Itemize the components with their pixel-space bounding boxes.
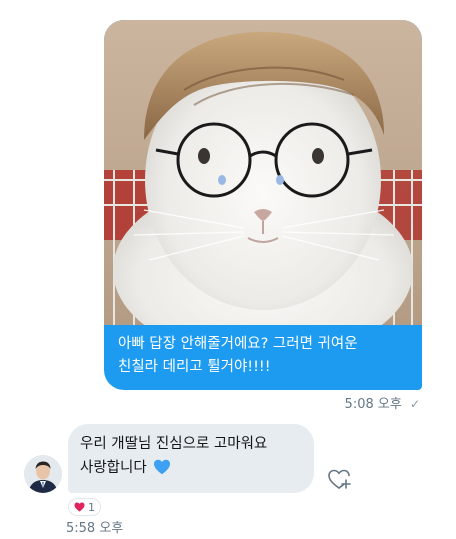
sent-message-meta: 5:08 오후 ✓ bbox=[345, 393, 420, 412]
received-message-bubble[interactable]: 우리 개딸님 진심으로 고마워요 사랑합니다 bbox=[68, 424, 314, 493]
received-timestamp: 5:58 오후 bbox=[66, 521, 124, 536]
add-reaction-icon[interactable] bbox=[326, 466, 352, 492]
reaction-count: 1 bbox=[88, 500, 95, 514]
sent-check-icon: ✓ bbox=[409, 397, 420, 411]
sent-message-line: 아빠 답장 안해줄거에요? 그러면 귀여운 bbox=[118, 336, 358, 352]
received-message-line-text: 사랑합니다 bbox=[80, 460, 147, 476]
sent-message-line: 친칠라 데리고 튈거야!!!! bbox=[118, 359, 271, 375]
sent-message-text: 아빠 답장 안해줄거에요? 그러면 귀여운 친칠라 데리고 튈거야!!!! bbox=[118, 333, 418, 379]
reaction-badge[interactable]: 1 bbox=[68, 498, 101, 516]
received-message-line: 사랑합니다 bbox=[80, 456, 310, 480]
sent-timestamp: 5:08 오후 bbox=[344, 397, 402, 412]
attached-photo[interactable] bbox=[104, 20, 422, 325]
sender-avatar[interactable] bbox=[24, 455, 62, 493]
sent-message-bubble[interactable]: 아빠 답장 안해줄거에요? 그러면 귀여운 친칠라 데리고 튈거야!!!! bbox=[104, 20, 422, 390]
received-message-line: 우리 개딸님 진심으로 고마워요 bbox=[80, 436, 268, 452]
received-message-text: 우리 개딸님 진심으로 고마워요 사랑합니다 bbox=[80, 432, 310, 480]
red-heart-icon bbox=[74, 502, 85, 512]
blue-heart-icon bbox=[154, 459, 171, 475]
